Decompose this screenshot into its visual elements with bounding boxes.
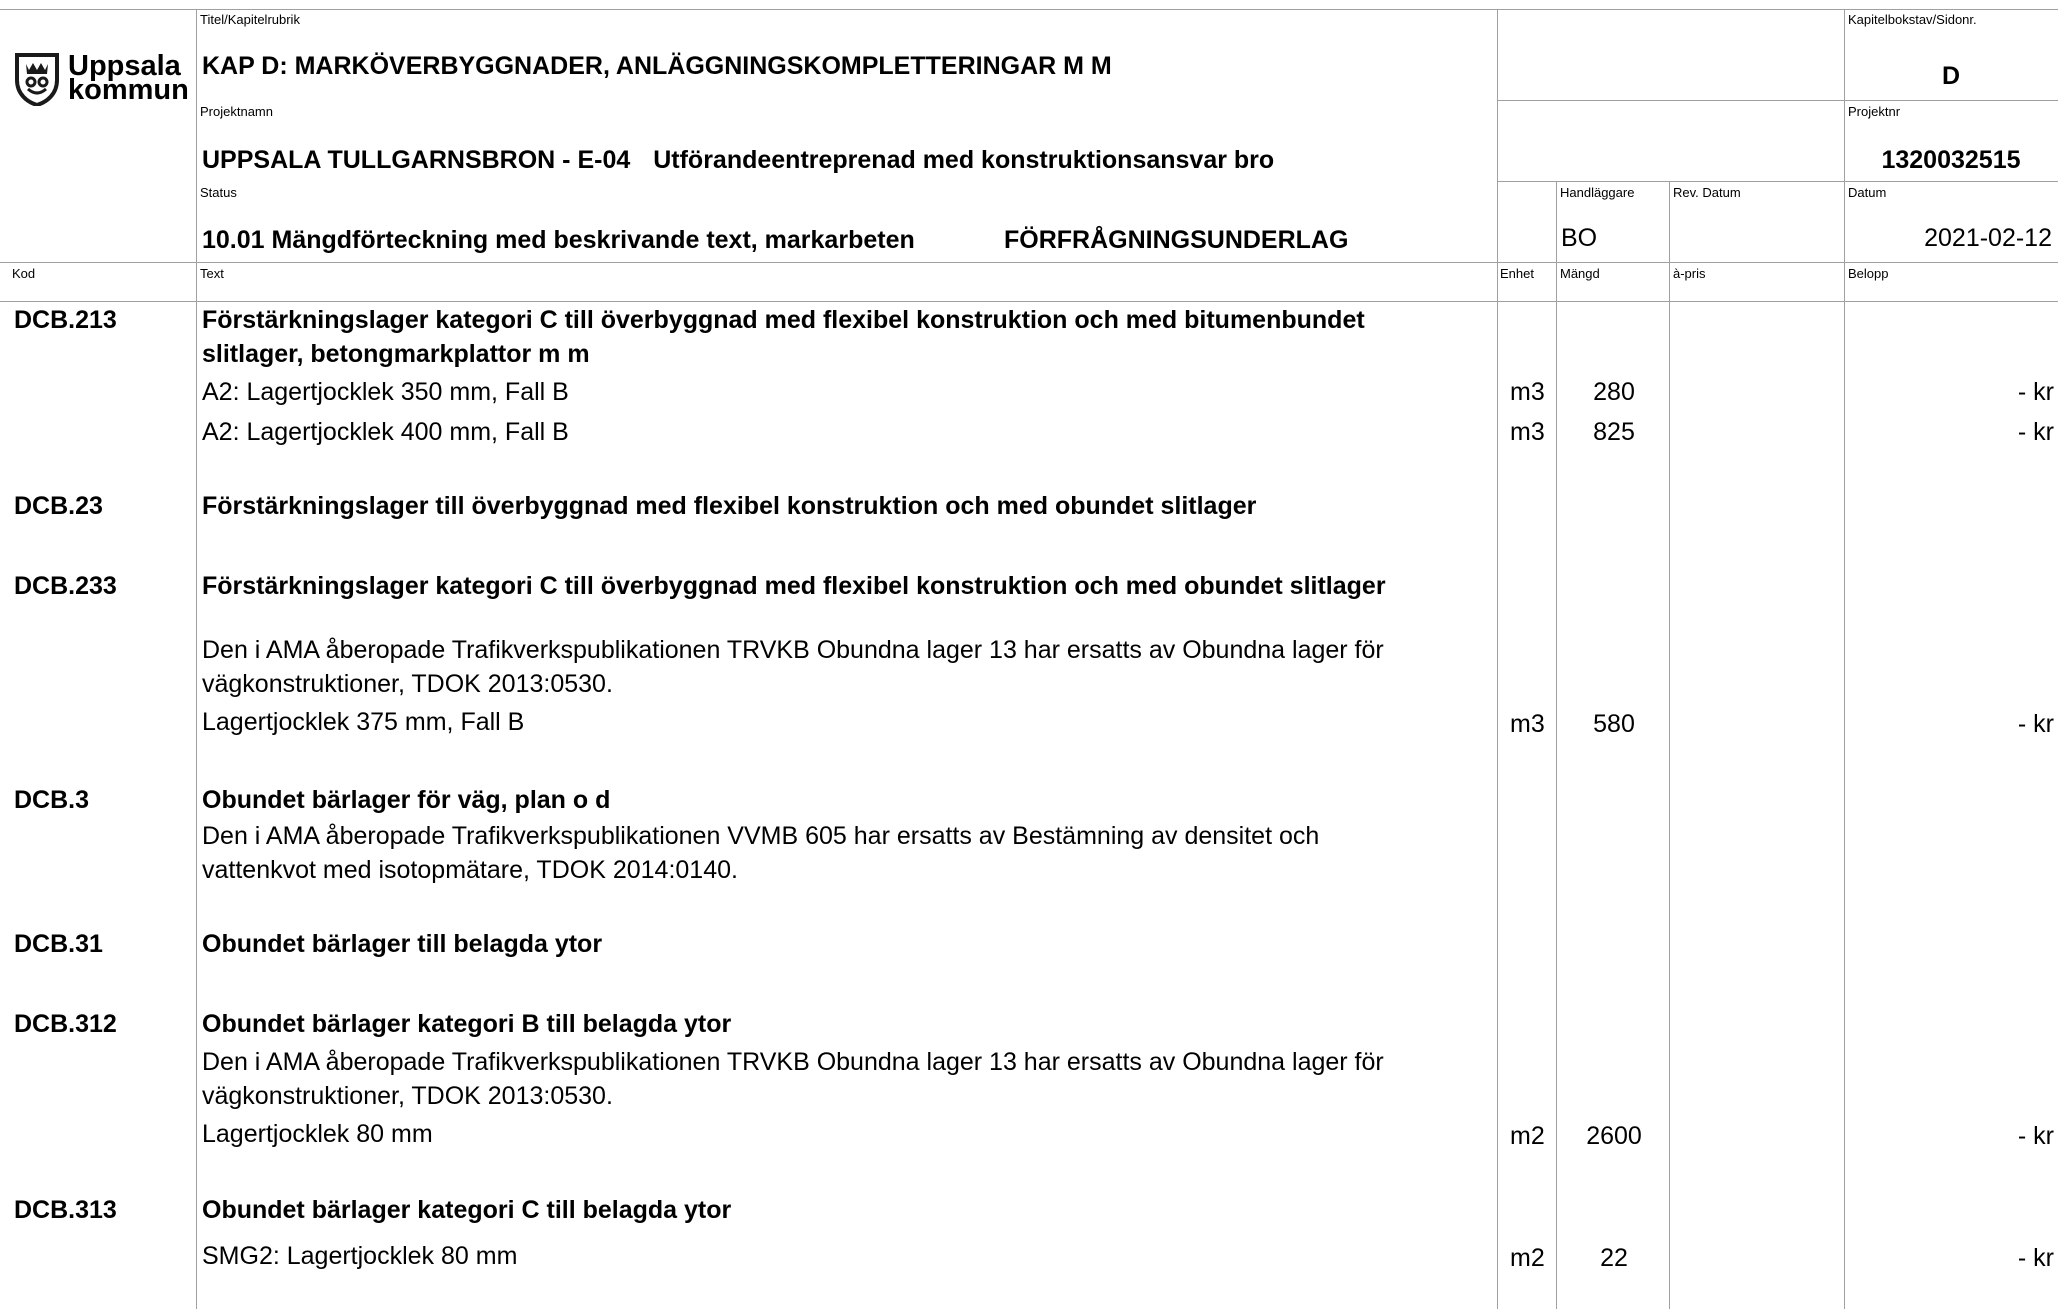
row-heading: Obundet bärlager till belagda ytor [202, 930, 603, 958]
header-divider-status [1498, 181, 2058, 182]
row-amount: - kr [2017, 1244, 2054, 1272]
row-note-line1: Den i AMA åberopade Trafikverkspublikati… [202, 822, 1320, 850]
row-heading-line1: Förstärkningslager kategori C till överb… [202, 306, 1365, 334]
row-quantity: 580 [1593, 710, 1635, 738]
row-amount: - kr [2017, 710, 2054, 738]
row-item-text: A2: Lagertjocklek 350 mm, Fall B [202, 378, 569, 406]
divider-price-amount [1844, 9, 1845, 1309]
col-header-unit-price: à-pris [1673, 266, 1706, 281]
col-header-code: Kod [12, 266, 36, 281]
row-heading: Obundet bärlager för väg, plan o d [202, 786, 611, 814]
date-value: 2021-02-12 [1924, 224, 2052, 252]
row-unit: m3 [1510, 378, 1545, 406]
row-heading: Förstärkningslager kategori C till överb… [202, 572, 1386, 600]
row-code: DCB.3 [14, 786, 90, 814]
row-quantity: 22 [1600, 1244, 1628, 1272]
header-top-border [0, 9, 2058, 10]
row-code: DCB.312 [14, 1010, 117, 1038]
row-heading: Obundet bärlager kategori B till belagda… [202, 1010, 732, 1038]
rev-date-label: Rev. Datum [1673, 185, 1741, 200]
row-amount: - kr [2017, 1122, 2054, 1150]
divider-text-unit [1497, 9, 1498, 1309]
row-amount: - kr [2017, 378, 2054, 406]
project-name: UPPSALA TULLGARNSBRON - E-04 Utförandeen… [202, 146, 1274, 175]
row-quantity: 2600 [1586, 1122, 1642, 1150]
row-quantity: 825 [1593, 418, 1635, 446]
date-label: Datum [1848, 185, 1887, 200]
row-code: DCB.233 [14, 572, 117, 600]
project-name-bold: UPPSALA TULLGARNSBRON - E-04 [202, 146, 631, 174]
row-item-text: SMG2: Lagertjocklek 80 mm [202, 1242, 518, 1270]
chapter-value: D [1941, 62, 1961, 90]
divider-code-text [196, 9, 197, 1309]
row-item-text: Lagertjocklek 375 mm, Fall B [202, 708, 525, 736]
status-text: 10.01 Mängdförteckning med beskrivande t… [202, 226, 915, 254]
title-label: Titel/Kapitelrubrik [200, 12, 300, 27]
handler-value: BO [1561, 224, 1598, 252]
row-note-line2: vattenkvot med isotopmätare, TDOK 2014:0… [202, 856, 738, 884]
row-note-line1: Den i AMA åberopade Trafikverkspublikati… [202, 1048, 1384, 1076]
col-header-unit: Enhet [1500, 266, 1534, 281]
status-tag: FÖRFRÅGNINGSUNDERLAG [1004, 226, 1349, 254]
col-header-text: Text [200, 266, 224, 281]
row-code: DCB.23 [14, 492, 103, 520]
col-header-amount: Belopp [1848, 266, 1889, 281]
row-unit: m3 [1510, 710, 1545, 738]
row-item-text: A2: Lagertjocklek 400 mm, Fall B [202, 418, 569, 446]
row-note-line2: vägkonstruktioner, TDOK 2013:0530. [202, 670, 613, 698]
row-heading-line2: slitlager, betongmarkplattor m m [202, 340, 590, 368]
project-name-label: Projektnamn [200, 104, 273, 119]
row-note-line1: Den i AMA åberopade Trafikverkspublikati… [202, 636, 1384, 664]
row-heading: Förstärkningslager till överbyggnad med … [202, 492, 1257, 520]
col-header-quantity: Mängd [1560, 266, 1600, 281]
row-code: DCB.313 [14, 1196, 117, 1224]
row-amount: - kr [2017, 418, 2054, 446]
header-bottom-border [0, 262, 2058, 263]
row-note-line2: vägkonstruktioner, TDOK 2013:0530. [202, 1082, 613, 1110]
page-title: KAP D: MARKÖVERBYGGNADER, ANLÄGGNINGSKOM… [202, 52, 1112, 80]
project-no-value: 1320032515 [1881, 146, 2021, 174]
project-no-label: Projektnr [1848, 104, 1901, 119]
project-name-rest: Utförandeentreprenad med konstruktionsan… [653, 146, 1275, 174]
row-quantity: 280 [1593, 378, 1635, 406]
row-unit: m3 [1510, 418, 1545, 446]
row-heading: Obundet bärlager kategori C till belagda… [202, 1196, 732, 1224]
header-divider-right [1498, 100, 2058, 101]
chapter-label: Kapitelbokstav/Sidonr. [1848, 12, 1977, 27]
row-item-text: Lagertjocklek 80 mm [202, 1120, 433, 1148]
uppsala-crest-icon [15, 53, 59, 106]
row-unit: m2 [1510, 1244, 1545, 1272]
row-unit: m2 [1510, 1122, 1545, 1150]
row-code: DCB.213 [14, 306, 117, 334]
logo-line2: kommun [68, 74, 189, 106]
column-header-bottom-border [0, 301, 2058, 302]
status-label: Status [200, 185, 237, 200]
handler-label: Handläggare [1560, 185, 1635, 200]
row-code: DCB.31 [14, 930, 103, 958]
